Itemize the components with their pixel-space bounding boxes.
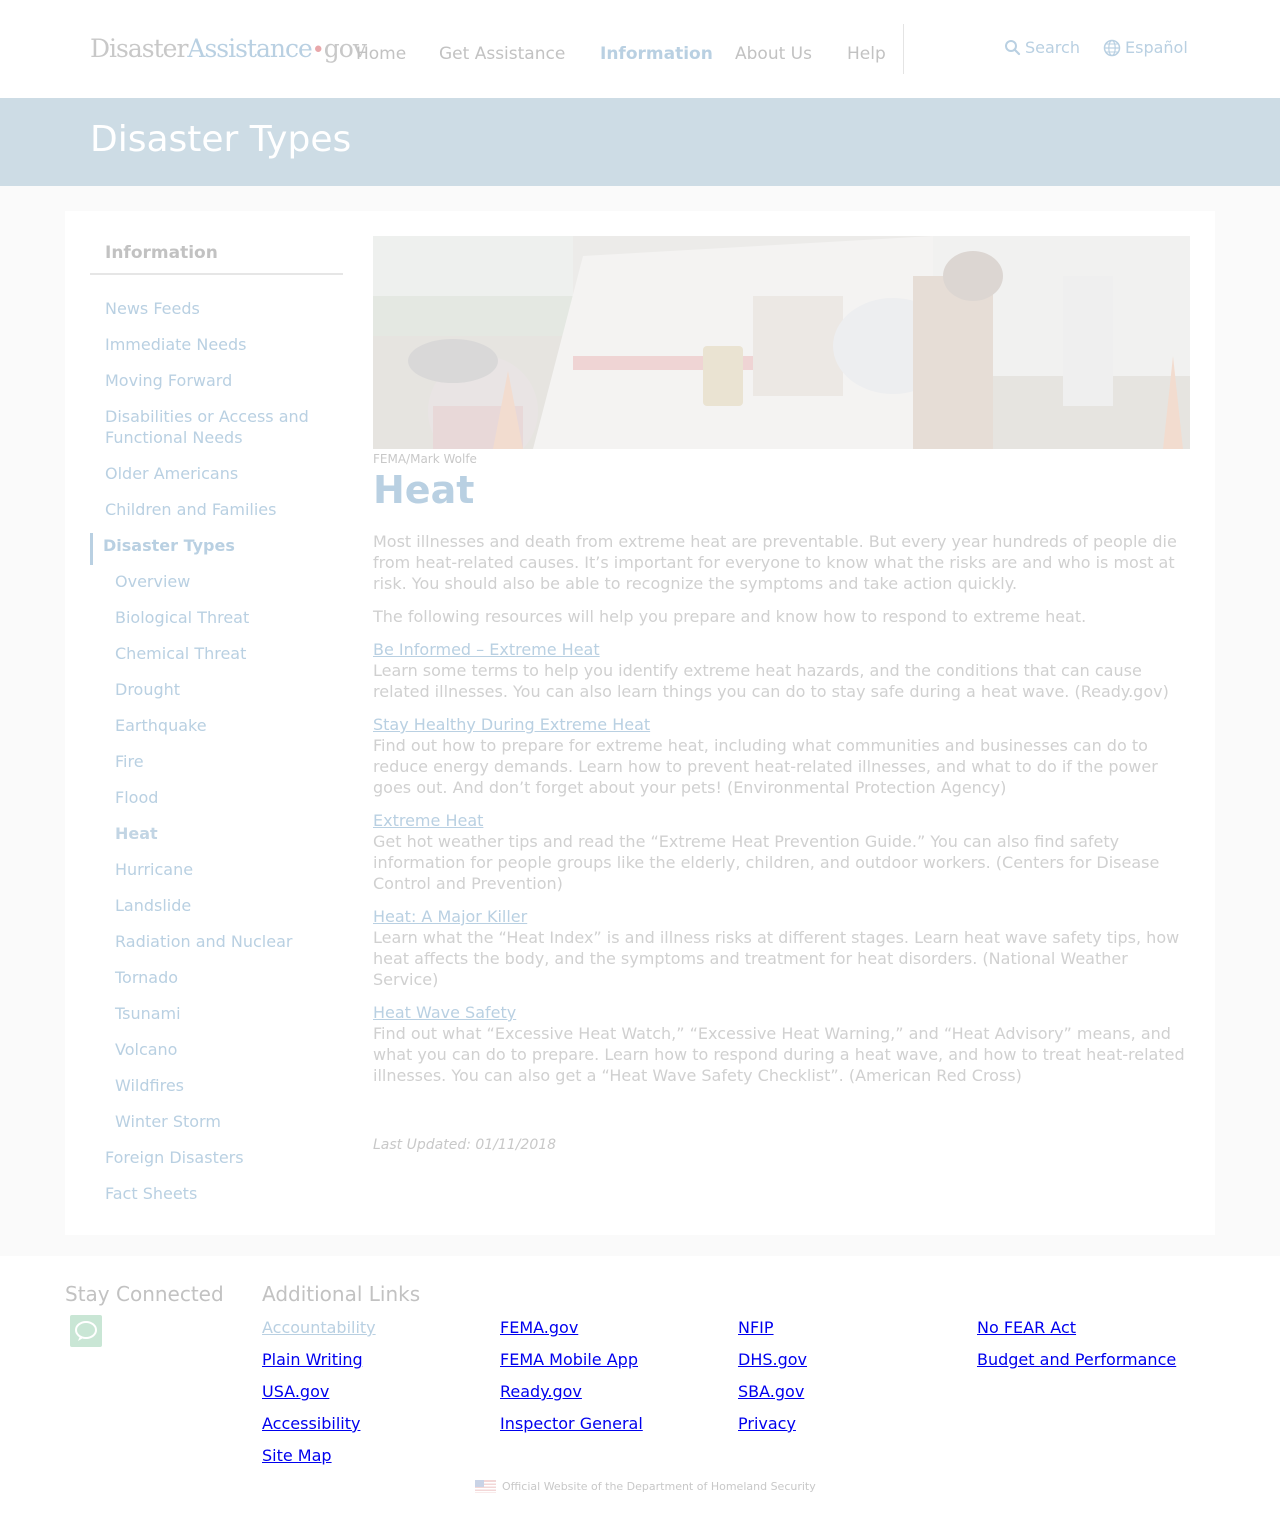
footer-link-ready-gov[interactable]: Ready.gov [500,1382,582,1402]
site-header: DisasterAssistance•gov Home Get Assistan… [0,0,1280,98]
speech-bubble-icon [75,1321,97,1341]
footer-link-sba-gov[interactable]: SBA.gov [738,1382,804,1402]
resource-item: Stay Healthy During Extreme Heat Find ou… [373,714,1191,798]
nav-get-assistance[interactable]: Get Assistance [439,44,565,64]
footer-link-no-fear-act[interactable]: No FEAR Act [977,1318,1076,1338]
footer-link-usa-gov[interactable]: USA.gov [262,1382,329,1402]
intro-paragraph: Most illnesses and death from extreme he… [373,532,1177,593]
footer-link-site-map[interactable]: Site Map [262,1446,332,1466]
nav-information[interactable]: Information [600,44,713,64]
footer-link-budget-performance[interactable]: Budget and Performance [977,1350,1176,1370]
last-updated: Last Updated: 01/11/2018 [373,1137,557,1153]
sidebar-item[interactable]: Winter Storm [90,1109,343,1145]
sidebar-item[interactable]: Earthquake [90,713,343,749]
dhs-notice-text: Official Website of the Department of Ho… [502,1480,816,1493]
resource-description: Find out what “Excessive Heat Watch,” “E… [373,1024,1185,1085]
footer-link-privacy[interactable]: Privacy [738,1414,796,1434]
sidebar-item[interactable]: Biological Threat [90,605,343,641]
nav-help[interactable]: Help [847,44,886,64]
dhs-notice: Official Website of the Department of Ho… [475,1480,816,1493]
resource-item: Heat: A Major Killer Learn what the “Hea… [373,906,1191,990]
additional-links-heading: Additional Links [262,1282,421,1306]
footer-link-plain-writing[interactable]: Plain Writing [262,1350,363,1370]
sidebar-item[interactable]: Volcano [90,1037,343,1073]
sidebar-item[interactable]: Fire [90,749,343,785]
sidebar-item[interactable]: Disaster Types [90,533,343,565]
ambulance-photo-illustration [373,236,1190,449]
sidebar-item[interactable]: Wildfires [90,1073,343,1109]
resource-link[interactable]: Heat: A Major Killer [373,906,1191,927]
nav-divider [903,24,904,74]
resource-item: Extreme Heat Get hot weather tips and re… [373,810,1191,894]
sidebar-item[interactable]: Older Americans [90,461,343,497]
resource-link[interactable]: Be Informed – Extreme Heat [373,639,1191,660]
sidebar-item[interactable]: Overview [90,569,343,605]
sidebar-item[interactable]: Immediate Needs [90,332,343,368]
resources-intro: The following resources will help you pr… [373,607,1087,626]
sidebar-item[interactable]: Children and Families [90,497,343,533]
search-button[interactable]: Search [1004,38,1080,57]
sidebar-item[interactable]: News Feeds [90,296,343,332]
sidebar-item[interactable]: Heat [90,821,343,857]
sidebar-item[interactable]: Moving Forward [90,368,343,404]
language-toggle[interactable]: Español [1103,38,1188,57]
sidebar-item[interactable]: Tornado [90,965,343,1001]
sidebar-divider [90,273,343,275]
sidebar-item[interactable]: Landslide [90,893,343,929]
resource-description: Learn some terms to help you identify ex… [373,661,1169,701]
sidebar-title: Information [105,243,218,263]
search-label: Search [1025,38,1080,57]
banner-title: Disaster Types [90,119,352,160]
sidebar-item[interactable]: Flood [90,785,343,821]
footer-link-inspector-general[interactable]: Inspector General [500,1414,643,1434]
sidebar-item[interactable]: Chemical Threat [90,641,343,677]
page-heading: Heat [373,468,475,512]
sidebar-item[interactable]: Radiation and Nuclear [90,929,343,965]
nav-home[interactable]: Home [356,44,406,64]
photo-credit: FEMA/Mark Wolfe [373,452,477,466]
resource-description: Find out how to prepare for extreme heat… [373,736,1158,797]
site-logo[interactable]: DisasterAssistance•gov [90,34,367,63]
resource-item: Heat Wave Safety Find out what “Excessiv… [373,1002,1191,1086]
resource-item: Be Informed – Extreme Heat Learn some te… [373,639,1191,702]
resource-link[interactable]: Stay Healthy During Extreme Heat [373,714,1191,735]
page-banner: Disaster Types [0,98,1280,186]
resource-link[interactable]: Heat Wave Safety [373,1002,1191,1023]
sidebar-item[interactable]: Hurricane [90,857,343,893]
sidebar-item[interactable]: Fact Sheets [90,1181,343,1217]
footer-link-accountability[interactable]: Accountability [262,1318,376,1338]
chat-button[interactable] [70,1315,102,1347]
sidebar-item[interactable]: Foreign Disasters [90,1145,343,1181]
stay-connected-heading: Stay Connected [65,1282,224,1306]
sidebar-item[interactable]: Drought [90,677,343,713]
footer-link-fema-gov[interactable]: FEMA.gov [500,1318,578,1338]
footer-link-fema-mobile-app[interactable]: FEMA Mobile App [500,1350,638,1370]
nav-about-us[interactable]: About Us [735,44,812,64]
globe-icon [1103,39,1121,56]
resource-description: Learn what the “Heat Index” is and illne… [373,928,1180,989]
language-label: Español [1125,38,1188,57]
sidebar-nav: News Feeds Immediate Needs Moving Forward D… [90,296,343,1217]
sidebar-item[interactable]: Tsunami [90,1001,343,1037]
footer-link-dhs-gov[interactable]: DHS.gov [738,1350,807,1370]
us-flag-icon [475,1480,496,1493]
resource-description: Get hot weather tips and read the “Extre… [373,832,1160,893]
resource-link[interactable]: Extreme Heat [373,810,1191,831]
hero-photo [373,236,1190,449]
search-icon [1005,40,1021,56]
footer-link-nfip[interactable]: NFIP [738,1318,774,1338]
footer-link-accessibility[interactable]: Accessibility [262,1414,360,1434]
sidebar-item[interactable]: Disabilities or Access and Functional Ne… [90,404,343,461]
